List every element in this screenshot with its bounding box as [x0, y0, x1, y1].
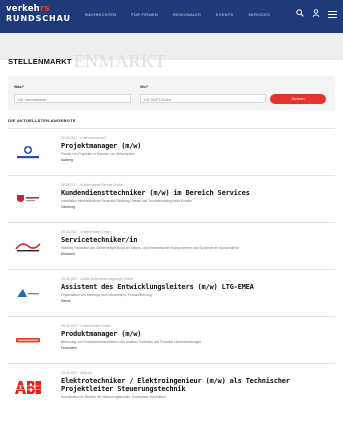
search-icon[interactable]	[296, 9, 304, 20]
nav-item-regionales[interactable]: Regionales	[173, 12, 201, 17]
nav-item-services[interactable]: Services	[248, 12, 270, 17]
job-description: Installation Inbetriebnahme Reparatur Wa…	[61, 199, 193, 203]
job-item[interactable]: 20.03.2017 · Unternehmen AG Projektmanag…	[8, 128, 335, 175]
menu-icon[interactable]	[328, 11, 337, 18]
main-nav: Nachrichten Für Firmen Regionales Events…	[85, 12, 285, 17]
job-description: Organisation von Meetings und Dienstreis…	[61, 293, 152, 297]
nav-item-nachrichten[interactable]: Nachrichten	[85, 12, 116, 17]
job-meta: 20.03.2017 · Unternehmen GmbH	[61, 324, 111, 328]
site-logo[interactable]: verkehrs RUNDSCHAU	[6, 4, 71, 24]
page-title-bold: STELLENMARKT	[8, 56, 72, 66]
what-input[interactable]: z.B. Informatiker/in	[14, 94, 131, 103]
nav-item-firmen[interactable]: Für Firmen	[131, 12, 158, 17]
company-logo	[14, 238, 42, 255]
job-item[interactable]: 20.03.2017 · LAMM Unternehmensgruppe Gmb…	[8, 269, 335, 316]
job-title[interactable]: Servicetechniker/in	[61, 236, 137, 244]
what-label: Was?	[14, 85, 24, 89]
job-list: 20.03.2017 · Unternehmen AG Projektmanag…	[8, 128, 335, 410]
job-meta: 20.03.2017 · Kundendienst Service GmbH	[61, 183, 123, 187]
job-meta: 20.03.2017 · ABB AG	[61, 371, 93, 375]
job-item[interactable]: 20.03.2017 · Unternehmen GmbH Produktman…	[8, 316, 335, 363]
search-button[interactable]: Suchen	[270, 94, 326, 104]
job-location: Feuerwerk	[61, 346, 78, 350]
user-icon[interactable]	[312, 9, 320, 20]
logo-line1: verkehrs	[6, 4, 50, 14]
company-logo	[14, 332, 42, 349]
job-title[interactable]: Kundendiensttechniker (m/w) im Bereich S…	[61, 189, 250, 197]
job-description: Planen von Projekten in Rahmen von Zielv…	[61, 152, 136, 156]
top-header: verkehrs RUNDSCHAU Nachrichten Für Firme…	[0, 0, 343, 33]
job-location: Neuss	[61, 299, 71, 303]
job-location: Autberg	[61, 158, 73, 162]
job-description: Wartung Reparatur und Sicherheitsprüfung…	[61, 246, 240, 250]
company-logo	[14, 191, 42, 208]
company-logo	[14, 144, 42, 161]
page-title: STELLENMARKT ENMARKT	[0, 50, 166, 72]
job-title[interactable]: Produktmanager (m/w)	[61, 330, 141, 338]
job-location: München	[61, 252, 75, 256]
job-search-panel: Was? z.B. Informatiker/in Wo? z.B. Ort/P…	[8, 76, 335, 110]
logo-line2: RUNDSCHAU	[6, 14, 71, 23]
job-item[interactable]: 20.03.2017 · Unternehmen GmbH Servicetec…	[8, 222, 335, 269]
nav-item-events[interactable]: Events	[216, 12, 233, 17]
where-input[interactable]: z.B. Ort/PLZ/Land	[140, 94, 266, 103]
job-description: Betreuung von Produktverantwortlichen un…	[61, 340, 202, 344]
job-title[interactable]: Assistent des Entwicklungsleiters (m/w) …	[61, 283, 254, 291]
job-location: Hamburg	[61, 205, 75, 209]
job-meta: 20.03.2017 · Unternehmen GmbH	[61, 230, 111, 234]
header-icons	[296, 9, 337, 20]
job-item[interactable]: 20.03.2017 · ABB AG Elektrotechniker / E…	[8, 363, 335, 410]
job-title[interactable]: Elektrotechniker / Elektroingenieur (m/w…	[61, 377, 290, 385]
logo-accent: rs	[39, 4, 50, 14]
company-logo	[14, 285, 42, 302]
job-title-line2[interactable]: Projektleiter Steuerungstechnik	[61, 385, 186, 393]
page-title-faded: ENMARKT	[73, 50, 167, 71]
job-title[interactable]: Projektmanager (m/w)	[61, 142, 141, 150]
where-label: Wo?	[140, 85, 149, 89]
job-description: Koordination im Bereich der Steuerungste…	[61, 395, 166, 399]
job-meta: 20.03.2017 · LAMM Unternehmensgruppe Gmb…	[61, 277, 134, 281]
abb-logo	[14, 379, 42, 396]
section-title: Die aktuellsten Angebote	[8, 118, 76, 123]
job-item[interactable]: 20.03.2017 · Kundendienst Service GmbH K…	[8, 175, 335, 222]
job-meta: 20.03.2017 · Unternehmen AG	[61, 136, 106, 140]
